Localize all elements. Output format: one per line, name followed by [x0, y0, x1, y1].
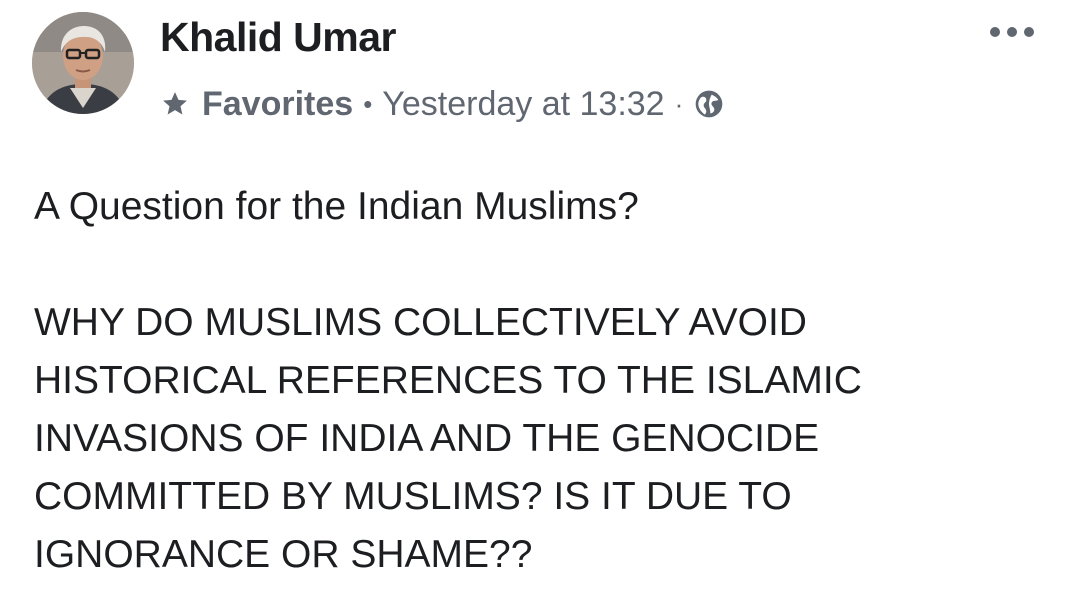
- audience-label[interactable]: Favorites: [202, 85, 353, 124]
- post-body-line: INVASIONS OF INDIA AND THE GENOCIDE: [34, 417, 820, 460]
- post-intro-text: A Question for the Indian Muslims?: [34, 185, 639, 228]
- timestamp-separator: ·: [674, 88, 684, 119]
- meta-separator: •: [363, 88, 373, 119]
- post-body-line: COMMITTED BY MUSLIMS? IS IT DUE TO: [34, 475, 792, 518]
- avatar[interactable]: [32, 12, 134, 114]
- star-icon: [163, 92, 187, 115]
- more-options-icon: [990, 27, 1000, 37]
- post-header: Khalid Umar Favorites • Yesterday at 13:…: [0, 0, 1079, 140]
- avatar-photo: [32, 12, 134, 114]
- post-body-line: WHY DO MUSLIMS COLLECTIVELY AVOID: [34, 301, 807, 344]
- post-timestamp[interactable]: Yesterday at 13:32: [382, 85, 664, 124]
- post-body-line: IGNORANCE OR SHAME??: [34, 533, 533, 576]
- more-options-button[interactable]: [990, 22, 1034, 42]
- post-body: A Question for the Indian Muslims? WHY D…: [34, 178, 1044, 584]
- author-name[interactable]: Khalid Umar: [160, 14, 397, 61]
- post-meta: Favorites • Yesterday at 13:32 ·: [160, 84, 725, 124]
- globe-icon[interactable]: [693, 88, 725, 120]
- post-body-line: HISTORICAL REFERENCES TO THE ISLAMIC: [34, 359, 862, 402]
